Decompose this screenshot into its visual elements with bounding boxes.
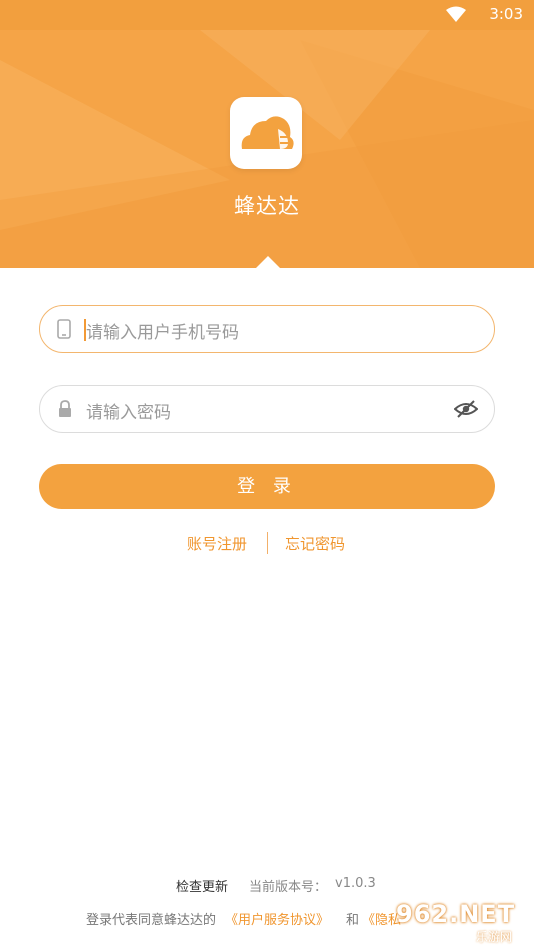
agreement-prefix: 登录代表同意蜂达达的 — [86, 913, 217, 928]
status-time: 3:03 — [489, 5, 523, 23]
app-logo-icon — [241, 116, 294, 149]
forgot-password-link[interactable]: 忘记密码 — [285, 533, 345, 554]
lock-icon — [59, 400, 71, 417]
check-update-link[interactable]: 检查更新 — [176, 876, 228, 895]
register-link[interactable]: 账号注册 — [187, 533, 247, 554]
header-notch — [256, 256, 280, 268]
header-banner: 3:03 蜂达达 — [0, 0, 534, 268]
agreement-and: 和 — [346, 913, 360, 928]
login-screen: 3:03 蜂达达 请输入用户手机号码 请输入密码 登 录 账号注册 忘记密码 检… — [0, 0, 534, 949]
app-name: 蜂达达 — [234, 194, 300, 218]
version-label: 当前版本号： — [249, 880, 328, 895]
watermark-brand: 962.NET — [396, 900, 516, 928]
version-number: v1.0.3 — [335, 876, 376, 891]
links-divider — [267, 532, 268, 554]
account-links: 账号注册 忘记密码 — [0, 532, 534, 554]
phone-icon — [57, 319, 71, 339]
eye-off-icon[interactable] — [454, 400, 478, 418]
watermark: 962.NET 乐游网 — [396, 900, 530, 946]
wifi-icon — [446, 6, 466, 22]
phone-field[interactable]: 请输入用户手机号码 — [39, 305, 495, 353]
user-agreement-link[interactable]: 《用户服务协议》 — [225, 909, 329, 928]
watermark-sub: 乐游网 — [476, 930, 513, 944]
app-logo — [230, 97, 302, 169]
status-bar: 3:03 — [0, 0, 534, 28]
password-input-placeholder[interactable]: 请输入密码 — [86, 398, 171, 423]
phone-input-placeholder[interactable]: 请输入用户手机号码 — [86, 318, 239, 343]
password-field[interactable]: 请输入密码 — [39, 385, 495, 433]
login-button[interactable]: 登 录 — [39, 464, 495, 509]
